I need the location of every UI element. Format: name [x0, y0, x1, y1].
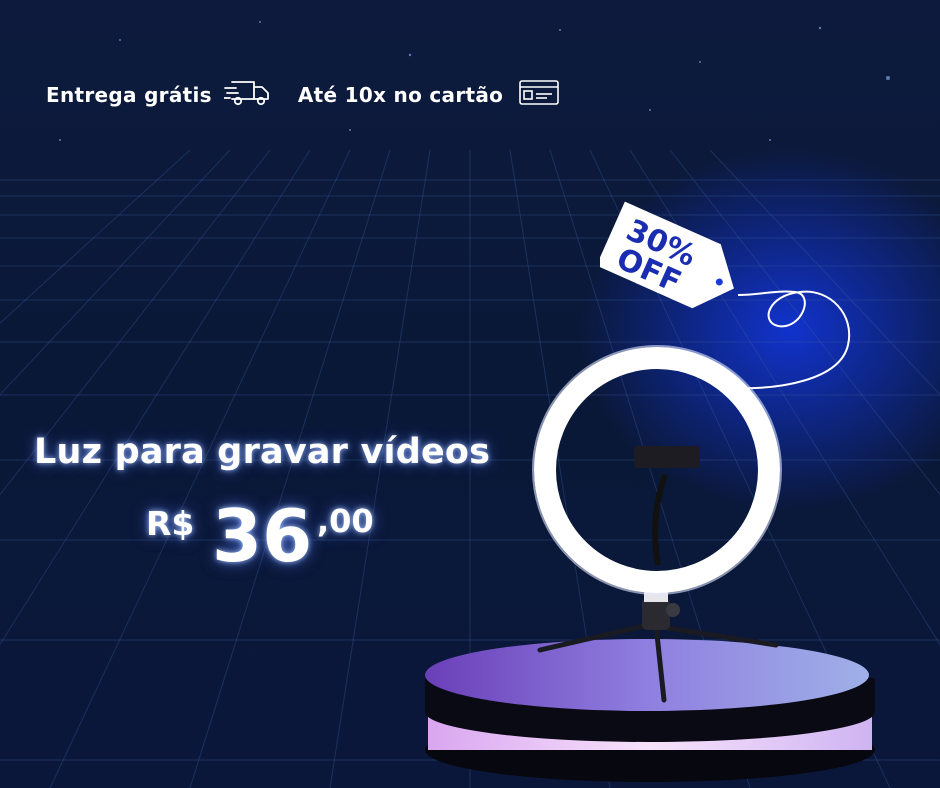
free-shipping-label: Entrega grátis	[46, 83, 212, 107]
promo-banner: Entrega grátis Até 10x no cartão 30% OFF…	[0, 0, 940, 788]
delivery-truck-icon	[222, 78, 272, 112]
product-title: Luz para gravar vídeos	[34, 432, 491, 472]
price-integer: 36	[212, 494, 313, 578]
price-currency: R$	[146, 504, 195, 543]
price-decimal: ,00	[317, 502, 374, 540]
ring-light-on-stand-icon	[425, 345, 875, 782]
credit-card-icon	[519, 79, 560, 111]
installments-label: Até 10x no cartão	[297, 83, 504, 107]
benefits-bar: Entrega grátis Até 10x no cartão	[46, 78, 560, 112]
